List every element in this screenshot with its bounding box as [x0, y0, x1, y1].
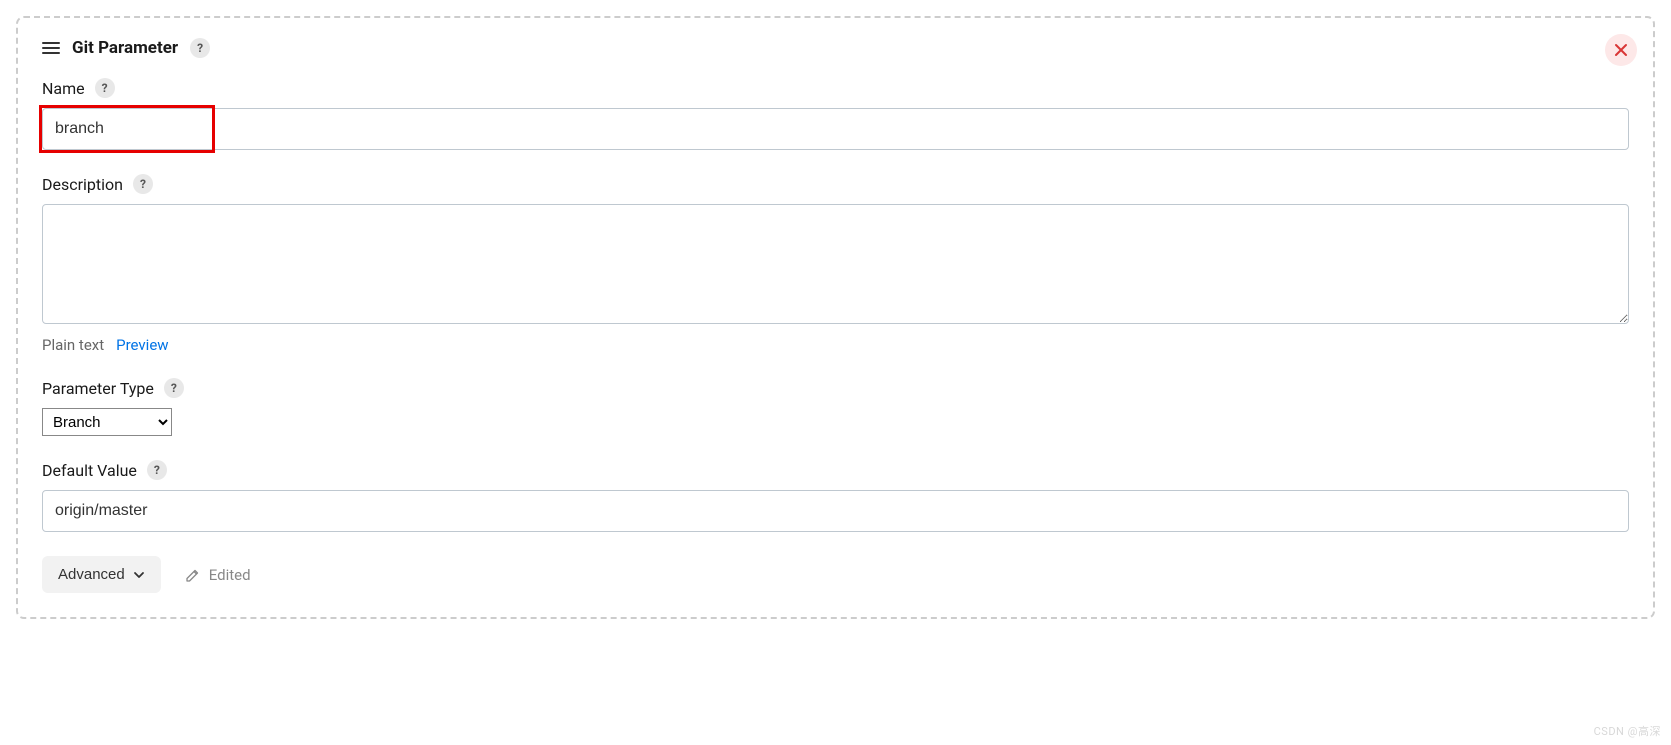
watermark: CSDN @高深: [1594, 723, 1661, 739]
preview-link[interactable]: Preview: [116, 336, 168, 354]
name-label: Name: [42, 79, 85, 98]
name-input[interactable]: [42, 108, 1629, 150]
advanced-button-label: Advanced: [58, 566, 125, 583]
edited-status: Edited: [185, 566, 251, 584]
advanced-button[interactable]: Advanced: [42, 556, 161, 593]
parameter-type-select[interactable]: Branch: [42, 408, 172, 436]
edited-label: Edited: [209, 566, 251, 584]
close-icon: [1614, 43, 1628, 57]
panel-help-icon[interactable]: ?: [190, 38, 210, 58]
description-label: Description: [42, 175, 123, 194]
description-textarea[interactable]: [42, 204, 1629, 324]
chevron-down-icon: [133, 569, 145, 581]
default-value-label: Default Value: [42, 461, 137, 480]
default-value-field-group: Default Value ?: [42, 460, 1629, 532]
git-parameter-panel: Git Parameter ? Name ? Description ? Pla…: [16, 16, 1655, 619]
panel-footer: Advanced Edited: [42, 556, 1629, 593]
default-value-help-icon[interactable]: ?: [147, 460, 167, 480]
default-value-input[interactable]: [42, 490, 1629, 532]
name-help-icon[interactable]: ?: [95, 78, 115, 98]
description-help-icon[interactable]: ?: [133, 174, 153, 194]
panel-title: Git Parameter: [72, 38, 178, 58]
drag-handle-icon[interactable]: [42, 42, 60, 54]
parameter-type-field-group: Parameter Type ? Branch: [42, 378, 1629, 436]
parameter-type-label: Parameter Type: [42, 379, 154, 398]
pencil-icon: [185, 567, 201, 583]
name-field-group: Name ?: [42, 78, 1629, 150]
panel-header: Git Parameter ?: [42, 38, 1629, 58]
description-field-group: Description ? Plain text Preview: [42, 174, 1629, 354]
parameter-type-help-icon[interactable]: ?: [164, 378, 184, 398]
plain-text-link[interactable]: Plain text: [42, 336, 104, 354]
close-button[interactable]: [1605, 34, 1637, 66]
